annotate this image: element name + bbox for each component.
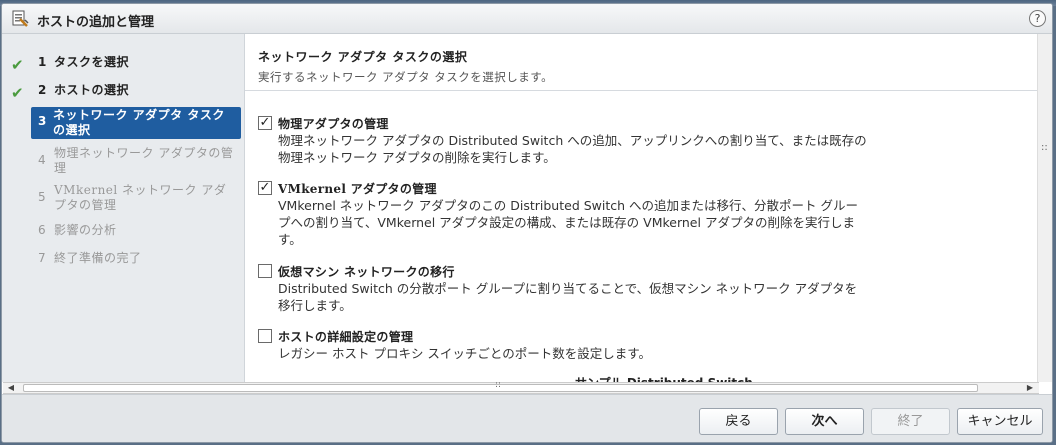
step-number: 3 bbox=[38, 114, 47, 128]
option-description: レガシー ホスト プロキシ スイッチごとのポート数を設定します。 bbox=[278, 346, 652, 361]
step-label: タスクを選択 bbox=[54, 55, 130, 69]
scroll-right-icon[interactable]: ▶ bbox=[1023, 382, 1037, 394]
main-content: ネットワーク アダプタ タスクの選択 実行するネットワーク アダプタ タスクを選… bbox=[245, 34, 1039, 382]
vertical-scrollbar[interactable]: :: bbox=[1037, 34, 1052, 382]
scroll-grip-icon: :: bbox=[495, 380, 502, 390]
scroll-grip-icon: :: bbox=[1041, 142, 1048, 153]
option-description: Distributed Switch の分散ポート グループに割り当てることで、… bbox=[278, 281, 858, 313]
dialog-titlebar[interactable]: ホストの追加と管理 ? bbox=[2, 4, 1052, 34]
checkbox-vm-networking[interactable] bbox=[258, 264, 272, 278]
option-title[interactable]: 仮想マシン ネットワークの移行 bbox=[278, 263, 455, 280]
step-number: 6 bbox=[38, 223, 47, 237]
option-description: 物理ネットワーク アダプタの Distributed Switch への追加、ア… bbox=[278, 133, 867, 165]
step-number: 2 bbox=[38, 83, 47, 97]
page-title: ネットワーク アダプタ タスクの選択 bbox=[258, 50, 468, 64]
step-number: 1 bbox=[38, 55, 47, 69]
step-number: 4 bbox=[38, 153, 47, 167]
checkbox-advanced-host-settings[interactable] bbox=[258, 329, 272, 343]
help-icon[interactable]: ? bbox=[1029, 10, 1046, 27]
horizontal-scrollbar[interactable]: ◀ :: ▶ bbox=[3, 380, 1039, 394]
cancel-button[interactable]: キャンセル bbox=[957, 408, 1043, 435]
step-label: VMkernel ネットワーク アダプタの管理 bbox=[54, 183, 227, 212]
step-label: ホストの選択 bbox=[54, 83, 130, 97]
step-label: 終了準備の完了 bbox=[54, 251, 142, 265]
back-button[interactable]: 戻る bbox=[699, 408, 778, 435]
option-title[interactable]: VMkernel アダプタの管理 bbox=[278, 180, 437, 197]
wizard-steps-sidebar: ✔ 1 タスクを選択 ✔ 2 ホストの選択 3 ネットワーク アダプタ タスクの… bbox=[2, 34, 245, 382]
step-number: 5 bbox=[38, 190, 47, 204]
diagram-caption-partial: サンプル Distributed Switch bbox=[575, 374, 753, 382]
checkbox-vmkernel-adapters[interactable]: ✓ bbox=[258, 181, 272, 195]
check-icon: ✔ bbox=[11, 56, 25, 74]
scroll-left-icon[interactable]: ◀ bbox=[4, 382, 18, 394]
check-icon: ✔ bbox=[11, 84, 25, 102]
dialog-title: ホストの追加と管理 bbox=[37, 15, 155, 30]
option-title[interactable]: ホストの詳細設定の管理 bbox=[278, 328, 413, 345]
step-label: 物理ネットワーク アダプタの管理 bbox=[54, 146, 234, 175]
hosts-wizard-icon bbox=[12, 10, 29, 27]
step-label: ネットワーク アダプタ タスクの選択 bbox=[53, 108, 225, 137]
checkbox-physical-adapters[interactable]: ✓ bbox=[258, 116, 272, 130]
finish-button[interactable]: 終了 bbox=[871, 408, 950, 435]
option-title[interactable]: 物理アダプタの管理 bbox=[278, 115, 389, 132]
dialog-footer: 戻る 次へ 終了 キャンセル bbox=[2, 394, 1052, 442]
option-description: VMkernel ネットワーク アダプタのこの Distributed Swit… bbox=[278, 198, 859, 247]
add-manage-hosts-dialog: ホストの追加と管理 ? ✔ 1 タスクを選択 ✔ 2 ホストの選択 3 ネットワ… bbox=[1, 3, 1053, 443]
step-select-adapter-tasks[interactable]: 3 ネットワーク アダプタ タスクの選択 bbox=[31, 107, 241, 139]
step-number: 7 bbox=[38, 251, 47, 265]
step-label: 影響の分析 bbox=[54, 223, 117, 237]
page-subtitle: 実行するネットワーク アダプタ タスクを選択します。 bbox=[258, 70, 554, 84]
next-button[interactable]: 次へ bbox=[785, 408, 864, 435]
header-divider bbox=[245, 90, 1039, 91]
